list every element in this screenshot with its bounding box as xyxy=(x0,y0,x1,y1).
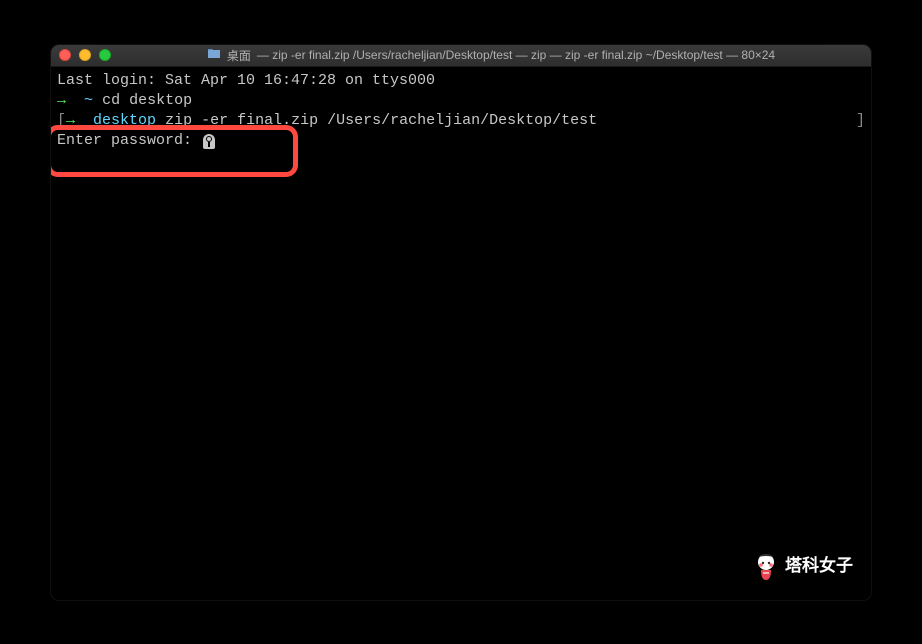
watermark: 塔科女子 xyxy=(753,552,853,582)
title-folder: 桌面 xyxy=(227,47,251,64)
command-text: cd desktop xyxy=(102,92,192,109)
terminal-body[interactable]: Last login: Sat Apr 10 16:47:28 on ttys0… xyxy=(51,67,871,600)
password-prompt-text: Enter password: xyxy=(57,131,201,151)
title-text: — zip -er final.zip /Users/racheljian/De… xyxy=(257,48,775,62)
last-login-line: Last login: Sat Apr 10 16:47:28 on ttys0… xyxy=(57,71,865,91)
bracket-left: [ xyxy=(57,112,66,129)
minimize-button[interactable] xyxy=(79,49,91,61)
window-title: 桌面 — zip -er final.zip /Users/racheljian… xyxy=(119,47,863,64)
password-prompt-line: Enter password: xyxy=(57,131,865,151)
close-button[interactable] xyxy=(59,49,71,61)
command-line-2: [→ desktop zip -er final.zip /Users/rach… xyxy=(57,111,865,131)
prompt-arrow-icon: → xyxy=(66,112,75,129)
command-line-1: → ~ cd desktop xyxy=(57,91,865,111)
bracket-right: ] xyxy=(856,111,865,131)
watermark-character-icon xyxy=(753,552,779,582)
prompt-directory: ~ xyxy=(84,92,93,109)
window-titlebar[interactable]: 桌面 — zip -er final.zip /Users/racheljian… xyxy=(51,45,871,67)
watermark-text: 塔科女子 xyxy=(785,555,853,578)
command-text: zip -er final.zip /Users/racheljian/Desk… xyxy=(165,112,597,129)
key-icon xyxy=(203,134,215,149)
folder-icon xyxy=(207,48,221,62)
maximize-button[interactable] xyxy=(99,49,111,61)
prompt-directory: desktop xyxy=(93,112,156,129)
prompt-arrow-icon: → xyxy=(57,92,66,109)
terminal-window: 桌面 — zip -er final.zip /Users/racheljian… xyxy=(51,45,871,600)
traffic-lights xyxy=(59,49,111,61)
